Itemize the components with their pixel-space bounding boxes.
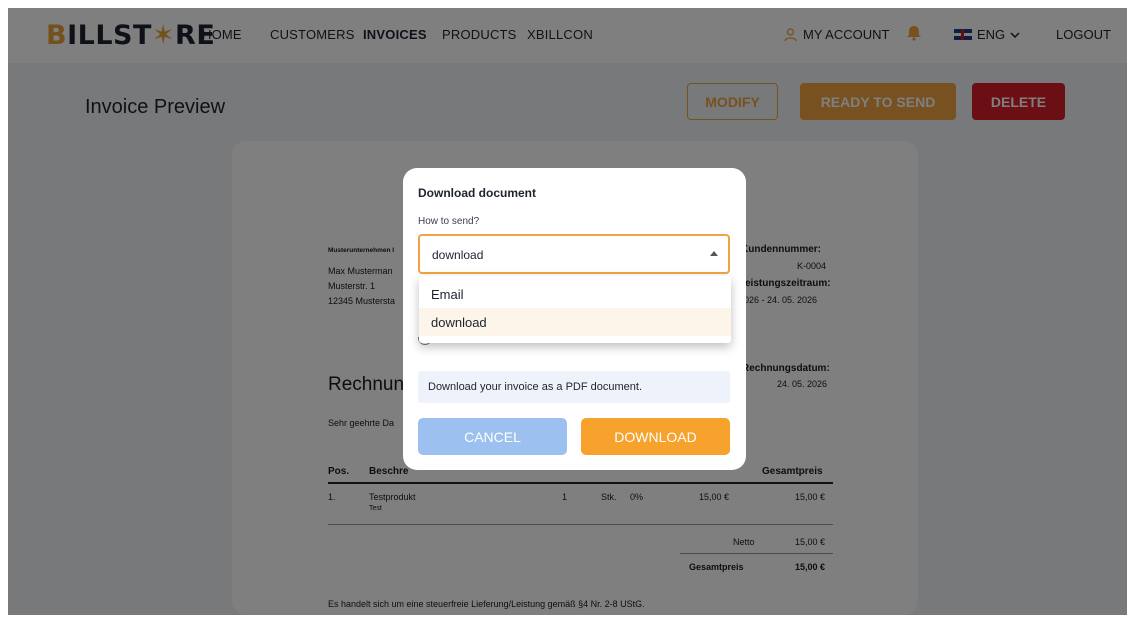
download-button[interactable]: DOWNLOAD [581, 418, 730, 455]
app-window: BILLST✶RE HOME CUSTOMERS INVOICES PRODUC… [8, 8, 1127, 615]
option-download[interactable]: download [419, 308, 731, 336]
info-box: Download your invoice as a PDF document. [418, 371, 730, 403]
how-to-send-select[interactable]: download [418, 234, 730, 274]
option-email[interactable]: Email [419, 280, 731, 308]
dialog-title: Download document [418, 186, 536, 200]
how-to-send-label: How to send? [418, 216, 480, 227]
caret-up-icon [710, 251, 718, 256]
send-method-dropdown: Email download [419, 276, 731, 343]
info-text: Download your invoice as a PDF document. [428, 381, 642, 393]
cancel-button[interactable]: CANCEL [418, 418, 567, 455]
select-value: download [432, 248, 484, 262]
